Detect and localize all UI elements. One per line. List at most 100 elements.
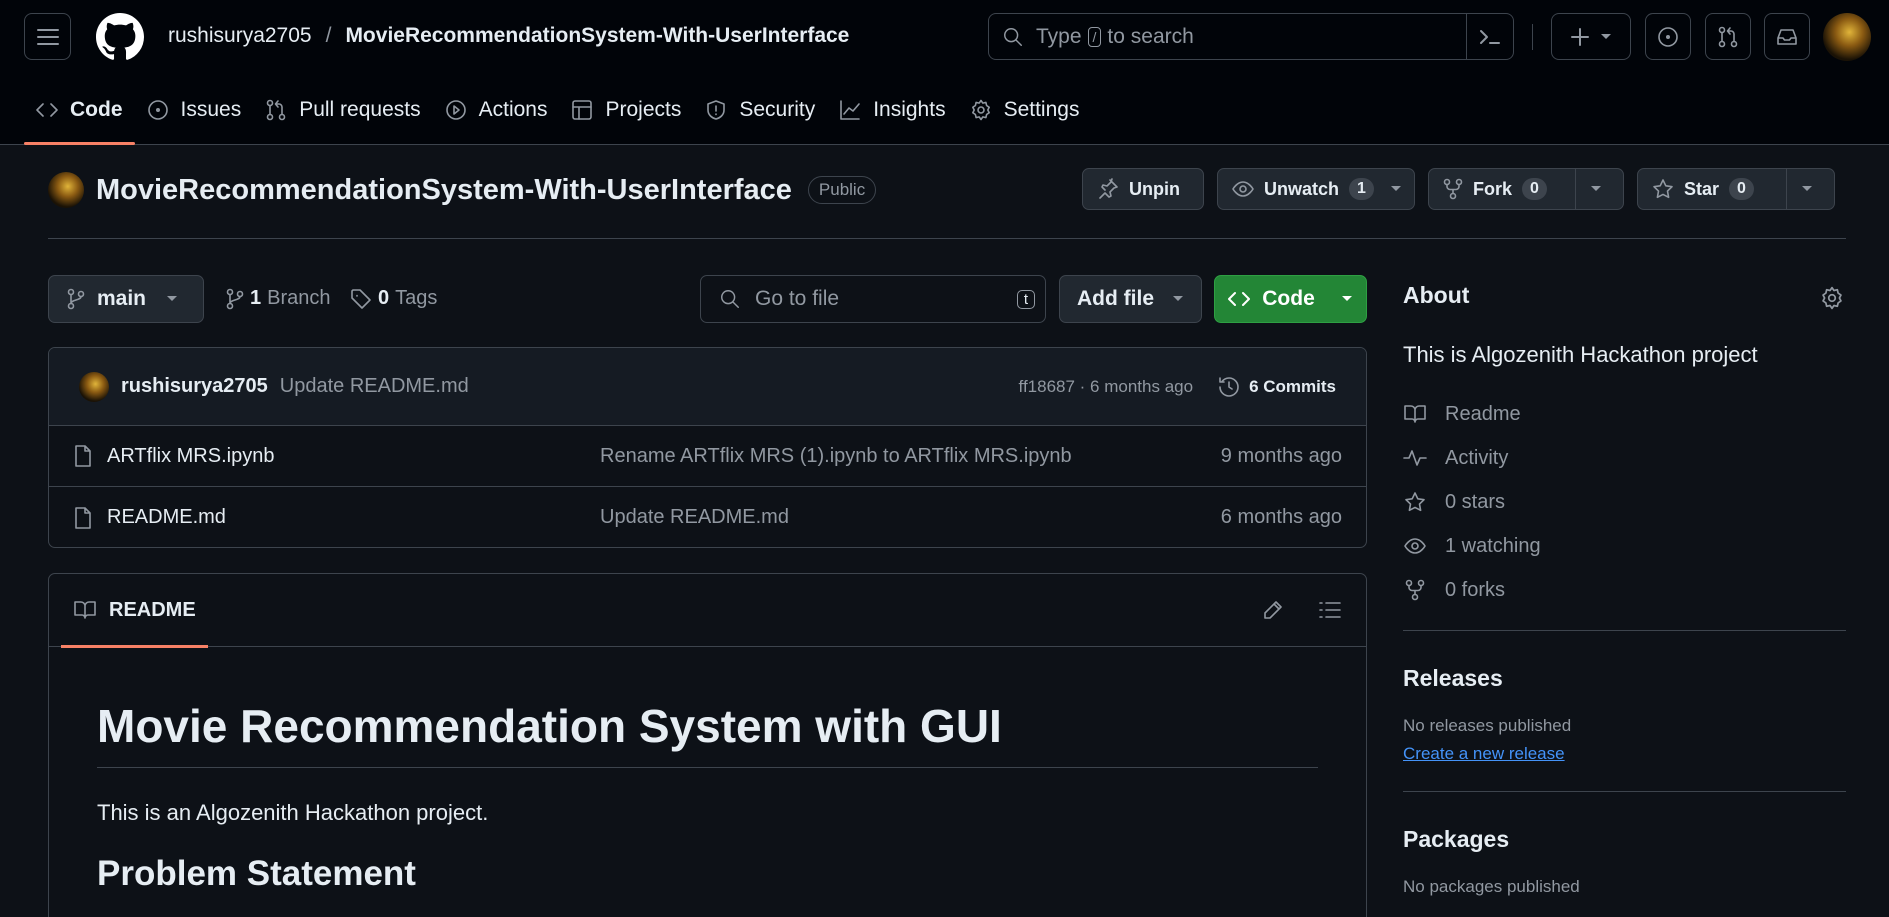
code-dropdown-button[interactable]: Code bbox=[1214, 275, 1367, 323]
sidebar-item-forks[interactable]: 0 forks bbox=[1403, 568, 1846, 612]
owner-link[interactable]: rushisurya2705 bbox=[168, 24, 312, 48]
watch-button[interactable]: Unwatch 1 bbox=[1217, 168, 1415, 210]
tab-issues[interactable]: Issues bbox=[135, 90, 254, 130]
commit-message[interactable]: Update README.md bbox=[280, 375, 469, 398]
github-logo-icon[interactable] bbox=[96, 13, 144, 61]
sidebar-item-stars[interactable]: 0 stars bbox=[1403, 480, 1846, 524]
eye-icon bbox=[1404, 538, 1426, 554]
caret-down-icon bbox=[1601, 33, 1611, 39]
branches-link[interactable]: 1 Branch bbox=[226, 287, 331, 310]
readme-tab[interactable]: README bbox=[61, 574, 208, 648]
repo-title[interactable]: MovieRecommendationSystem-With-UserInter… bbox=[96, 174, 792, 207]
sidebar-item-label: 0 stars bbox=[1445, 490, 1506, 513]
add-file-button[interactable]: Add file bbox=[1059, 275, 1202, 323]
pull-requests-button[interactable] bbox=[1705, 13, 1751, 60]
commits-link[interactable]: 6 Commits bbox=[1217, 375, 1336, 399]
commits-label: 6 Commits bbox=[1249, 376, 1336, 396]
owner-avatar[interactable] bbox=[48, 172, 84, 208]
repo-link[interactable]: MovieRecommendationSystem-With-UserInter… bbox=[345, 24, 849, 48]
tab-insights[interactable]: Insights bbox=[827, 90, 957, 130]
about-title: About bbox=[1403, 282, 1470, 308]
pulse-icon bbox=[1403, 450, 1427, 466]
star-dropdown[interactable] bbox=[1786, 169, 1827, 209]
star-button[interactable]: Star 0 bbox=[1637, 168, 1835, 210]
search-placeholder: Type / to search bbox=[1036, 25, 1194, 49]
releases-title[interactable]: Releases bbox=[1403, 665, 1846, 692]
readme-header: README bbox=[49, 574, 1366, 648]
book-icon bbox=[74, 601, 96, 619]
file-commit-message[interactable]: Update README.md bbox=[600, 506, 789, 529]
gear-icon bbox=[971, 99, 990, 121]
list-outline-icon[interactable] bbox=[1318, 599, 1342, 621]
star-count: 0 bbox=[1729, 178, 1754, 200]
go-to-file-input[interactable]: Go to file t bbox=[700, 275, 1046, 323]
search-icon bbox=[1004, 27, 1022, 46]
search-icon bbox=[721, 290, 739, 308]
title-divider bbox=[48, 238, 1846, 239]
pencil-icon[interactable] bbox=[1262, 599, 1284, 621]
packages-title[interactable]: Packages bbox=[1403, 826, 1846, 853]
file-name[interactable]: ARTflix MRS.ipynb bbox=[107, 445, 274, 468]
tab-settings[interactable]: Settings bbox=[958, 90, 1092, 130]
readme-intro: This is an Algozenith Hackathon project. bbox=[97, 800, 489, 825]
star-label: Star bbox=[1684, 178, 1720, 199]
terminal-icon bbox=[1480, 29, 1500, 44]
packages-empty: No packages published bbox=[1403, 877, 1580, 896]
create-release-link[interactable]: Create a new release bbox=[1403, 744, 1565, 764]
readme-panel: README Movie Recommendation System with … bbox=[48, 573, 1367, 917]
sidebar-item-label: Readme bbox=[1445, 402, 1521, 425]
graph-icon bbox=[840, 100, 861, 120]
tab-actions[interactable]: Actions bbox=[433, 90, 560, 130]
issue-open-icon bbox=[1658, 26, 1678, 47]
watch-label: Unwatch bbox=[1264, 178, 1340, 199]
tag-icon bbox=[351, 288, 371, 309]
caret-down-icon bbox=[1390, 186, 1401, 191]
go-to-file-shortcut: t bbox=[1016, 289, 1035, 309]
tab-label: Issues bbox=[180, 98, 242, 121]
sidebar-item-label: 1 watching bbox=[1445, 534, 1541, 557]
command-palette-button[interactable] bbox=[1466, 14, 1513, 59]
tab-label: Security bbox=[739, 98, 816, 121]
file-commit-date: 9 months ago bbox=[1220, 444, 1342, 467]
gear-icon[interactable] bbox=[1820, 286, 1844, 310]
fork-dropdown[interactable] bbox=[1575, 169, 1616, 209]
fork-button[interactable]: Fork 0 bbox=[1428, 168, 1624, 210]
tab-projects[interactable]: Projects bbox=[559, 90, 693, 130]
header-divider bbox=[1532, 24, 1533, 50]
branch-selector[interactable]: main bbox=[48, 275, 204, 323]
menu-button[interactable] bbox=[24, 13, 71, 60]
watch-dropdown[interactable] bbox=[1388, 169, 1416, 209]
sidebar-item-activity[interactable]: Activity bbox=[1403, 436, 1846, 480]
commit-author-avatar[interactable] bbox=[79, 371, 109, 402]
commit-author[interactable]: rushisurya2705 bbox=[121, 375, 268, 398]
tags-link[interactable]: 0 Tags bbox=[350, 287, 437, 310]
code-button-label: Code bbox=[1262, 287, 1315, 310]
table-row[interactable]: ARTflix MRS.ipynb Rename ARTflix MRS (1)… bbox=[49, 426, 1366, 487]
issues-button[interactable] bbox=[1645, 13, 1691, 60]
file-commit-message[interactable]: Rename ARTflix MRS (1).ipynb to ARTflix … bbox=[600, 445, 1072, 468]
sidebar-item-readme[interactable]: Readme bbox=[1403, 392, 1846, 436]
user-avatar[interactable] bbox=[1823, 13, 1871, 61]
tab-code[interactable]: Code bbox=[24, 90, 135, 145]
commit-hash-time[interactable]: ff18687 · 6 months ago bbox=[1019, 377, 1194, 397]
pin-icon bbox=[1099, 178, 1118, 199]
tab-pull-requests[interactable]: Pull requests bbox=[253, 90, 432, 130]
table-row[interactable]: README.md Update README.md 6 months ago bbox=[49, 487, 1366, 547]
create-new-button[interactable] bbox=[1551, 13, 1631, 60]
fork-count: 0 bbox=[1522, 178, 1547, 200]
star-icon bbox=[1405, 492, 1425, 512]
about-links: Readme Activity 0 stars 1 watching 0 for… bbox=[1403, 392, 1846, 612]
issue-open-icon bbox=[147, 100, 168, 120]
file-name[interactable]: README.md bbox=[107, 506, 226, 529]
releases-empty: No releases published bbox=[1403, 716, 1572, 735]
about-description: This is Algozenith Hackathon project bbox=[1403, 342, 1758, 367]
tag-count: 0 bbox=[378, 287, 390, 309]
fork-icon bbox=[1405, 579, 1425, 601]
unpin-button[interactable]: Unpin bbox=[1082, 168, 1204, 210]
tab-label: Settings bbox=[1003, 98, 1080, 121]
inbox-button[interactable] bbox=[1764, 13, 1810, 60]
global-search[interactable]: Type / to search bbox=[988, 13, 1514, 60]
tab-security[interactable]: Security bbox=[693, 90, 827, 130]
tab-label: Actions bbox=[478, 98, 548, 121]
sidebar-item-watching[interactable]: 1 watching bbox=[1403, 524, 1846, 568]
